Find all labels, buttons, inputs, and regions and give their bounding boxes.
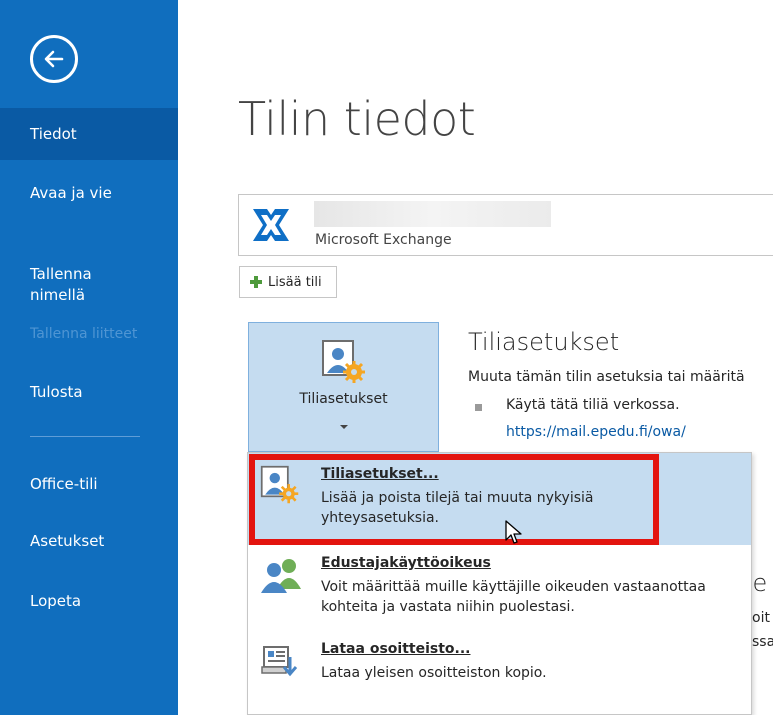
nav-divider — [30, 436, 140, 437]
background-text-fragment: ssa — [752, 634, 773, 650]
menu-item-title: Edustajakäyttöoikeus — [321, 555, 491, 571]
chevron-down-icon — [340, 425, 348, 429]
section-title: Tiliasetukset — [468, 328, 620, 356]
menu-item-tiliasetukset[interactable]: Tiliasetukset... Lisää ja poista tilejä … — [248, 453, 751, 545]
nav-item-office-tili[interactable]: Office-tili — [0, 474, 178, 495]
add-account-button[interactable]: Lisää tili — [239, 266, 337, 298]
address-book-download-icon — [261, 646, 298, 677]
account-settings-icon — [322, 340, 365, 383]
nav-item-label: Tiedot — [30, 124, 77, 143]
backstage-sidebar: Tiedot Avaa ja vie Tallenna nimellä Tall… — [0, 0, 178, 715]
section-description: Muuta tämän tilin asetuksia tai määritä — [468, 369, 745, 385]
account-type: Microsoft Exchange — [315, 232, 452, 248]
account-name-redacted — [314, 201, 551, 227]
nav-item-label: Avaa ja vie — [30, 184, 112, 202]
nav-item-asetukset[interactable]: Asetukset — [0, 531, 178, 552]
account-selector[interactable]: Microsoft Exchange — [238, 194, 773, 256]
menu-item-description: Lisää ja poista tilejä tai muuta nykyisi… — [321, 490, 594, 526]
menu-item-lataa-osoitteisto[interactable]: Lataa osoitteisto... Lataa yleisen osoit… — [248, 631, 751, 715]
arrow-left-icon — [44, 50, 64, 68]
menu-item-title: Lataa osoitteisto... — [321, 641, 471, 657]
nav-item-label: Tallenna nimellä — [30, 265, 92, 304]
delegate-users-icon — [261, 559, 301, 593]
page-title: Tilin tiedot — [238, 92, 476, 146]
add-account-label: Lisää tili — [268, 274, 322, 290]
nav-item-label: Lopeta — [30, 592, 82, 610]
nav-item-tiedot[interactable]: Tiedot — [0, 108, 178, 160]
account-settings-label: Tiliasetukset — [299, 391, 388, 407]
menu-item-edustajakayttooikeus[interactable]: Edustajakäyttöoikeus Voit määrittää muil… — [248, 545, 751, 631]
exchange-logo-icon — [249, 203, 293, 247]
account-settings-menu: Tiliasetukset... Lisää ja poista tilejä … — [247, 452, 752, 715]
bullet-text: Käytä tätä tiliä verkossa. — [506, 397, 680, 413]
bullet-icon — [475, 404, 482, 411]
nav-item-avaa-ja-vie[interactable]: Avaa ja vie — [0, 183, 178, 204]
back-button[interactable] — [30, 35, 78, 83]
nav-item-label: Asetukset — [30, 532, 105, 550]
nav-item-tulosta[interactable]: Tulosta — [0, 382, 178, 403]
nav-item-label: Tulosta — [30, 383, 83, 401]
nav-item-label: Office-tili — [30, 475, 98, 493]
background-text-fragment: oit — [752, 610, 770, 626]
mouse-cursor-icon — [505, 520, 522, 544]
owa-link[interactable]: https://mail.epedu.fi/owa/ — [506, 424, 686, 440]
nav-item-label: Tallenna liitteet — [30, 326, 138, 342]
menu-item-title: Tiliasetukset... — [321, 466, 439, 482]
nav-item-tallenna-nimella[interactable]: Tallenna nimellä — [0, 243, 178, 306]
nav-item-tallenna-liitteet: Tallenna liitteet — [0, 324, 178, 345]
nav-item-lopeta[interactable]: Lopeta — [0, 591, 178, 612]
account-settings-icon — [260, 465, 299, 504]
menu-item-description: Voit määrittää muille käyttäjille oikeud… — [321, 579, 706, 615]
account-settings-button[interactable]: Tiliasetukset — [248, 322, 439, 452]
menu-item-description: Lataa yleisen osoitteiston kopio. — [321, 665, 547, 681]
plus-icon — [250, 276, 262, 288]
